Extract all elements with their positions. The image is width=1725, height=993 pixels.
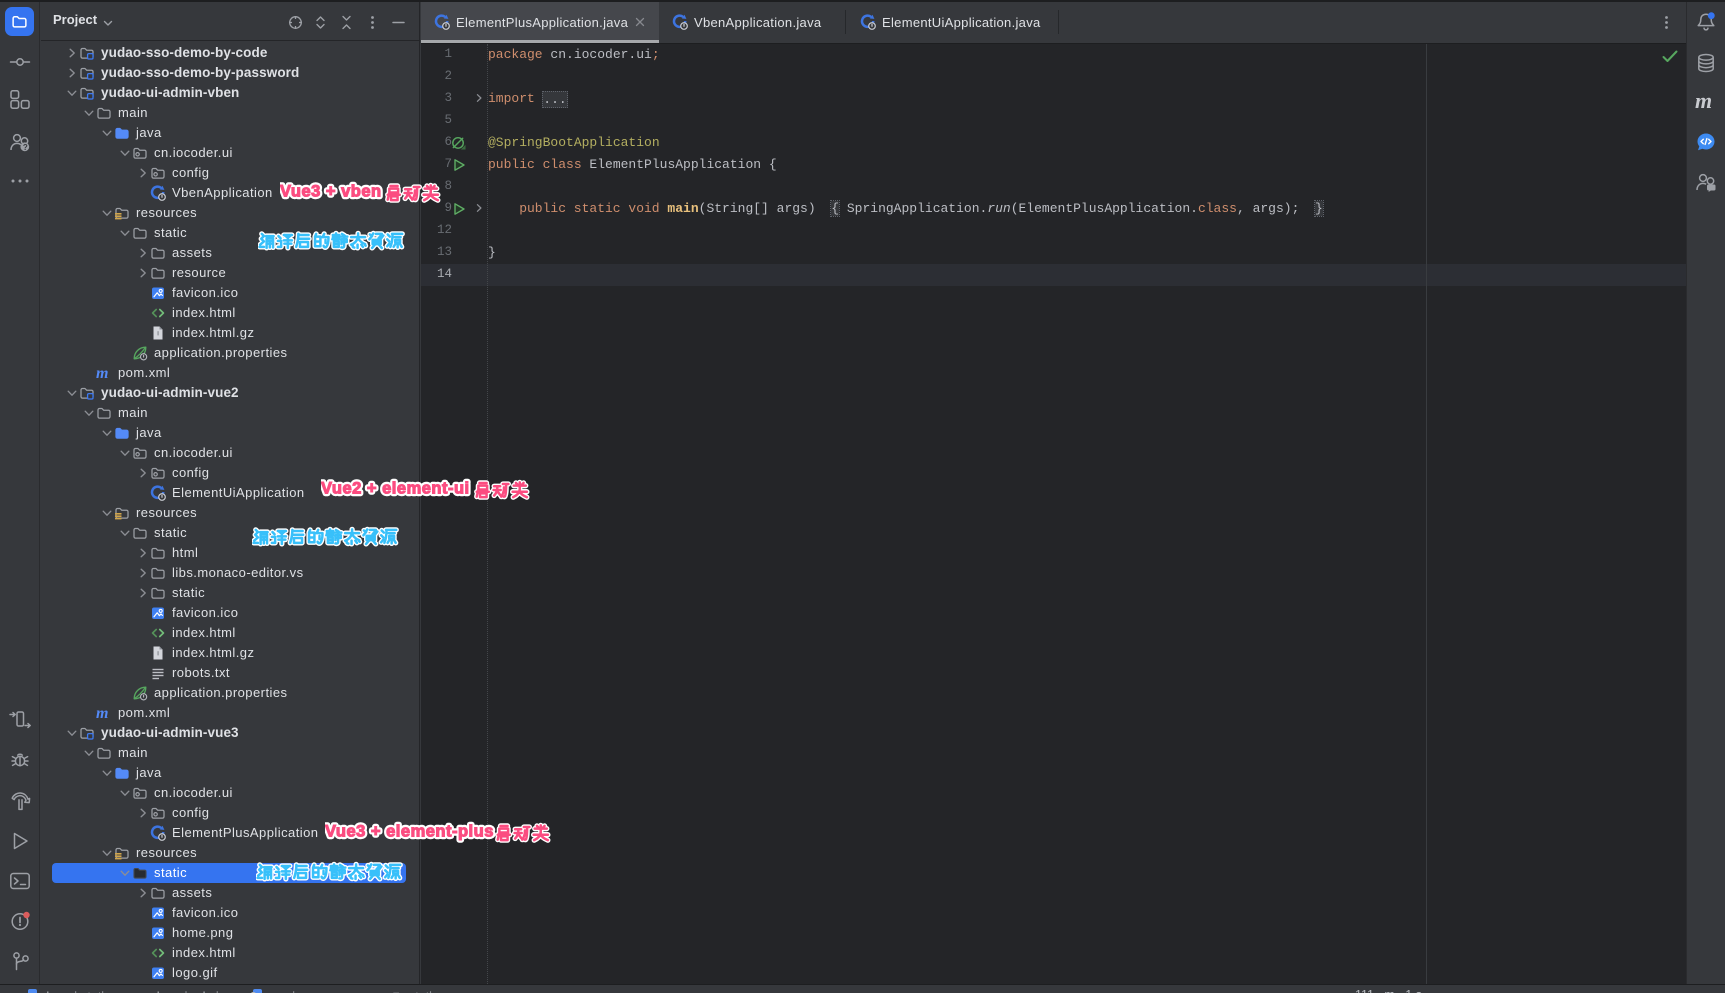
svg-text:?: ? <box>23 143 28 152</box>
svg-text:Vue3 + element-plus: Vue3 + element-plus <box>325 823 494 841</box>
svg-text:Vue3 + vben: Vue3 + vben <box>280 183 382 201</box>
svg-text:Vue2 + element-ui: Vue2 + element-ui <box>321 480 470 498</box>
